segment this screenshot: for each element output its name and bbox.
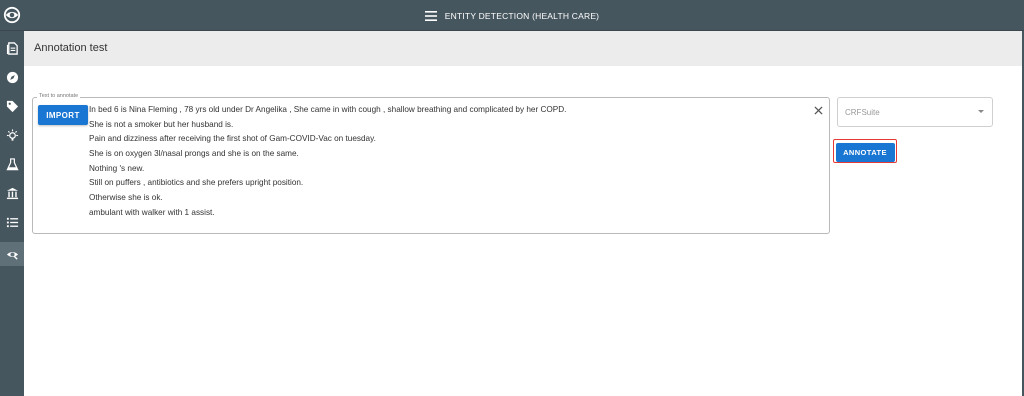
clear-text-button[interactable] xyxy=(811,103,825,117)
text-line: In bed 6 is Nina Fleming , 78 yrs old un… xyxy=(89,105,567,114)
list-icon xyxy=(6,217,18,227)
sidebar-item-explore[interactable] xyxy=(2,67,22,87)
sidebar-item-models[interactable] xyxy=(2,183,22,203)
title-area: ENTITY DETECTION (HEALTH CARE) xyxy=(0,0,1024,31)
sidebar-item-documents[interactable] xyxy=(2,38,22,58)
text-field-label: Text to annotate xyxy=(37,93,81,99)
text-content[interactable]: In bed 6 is Nina Fleming , 78 yrs old un… xyxy=(89,103,799,221)
text-line: Nothing 's new. xyxy=(89,163,145,173)
app-root: ENTITY DETECTION (HEALTH CARE) Annotatio… xyxy=(0,0,1024,396)
chevron-down-icon xyxy=(978,110,984,113)
lightbulb-icon xyxy=(6,128,18,141)
flask-icon xyxy=(5,157,19,170)
text-line: She is not a smoker but her husband is. xyxy=(89,119,234,129)
sidebar-item-list[interactable] xyxy=(2,212,22,232)
text-line: Otherwise she is ok. xyxy=(89,193,163,203)
text-line: ambulant with walker with 1 assist. xyxy=(89,207,215,217)
model-select-value: CRFSuite xyxy=(845,108,880,117)
page-header: Annotation test xyxy=(24,31,1022,66)
annotate-button-highlight: ANNOTATE xyxy=(833,139,897,163)
sidebar-item-tags[interactable] xyxy=(2,96,22,116)
text-line: Pain and dizziness after receiving the f… xyxy=(89,134,376,144)
text-line: She is on oxygen 3l/nasal prongs and she… xyxy=(89,149,299,159)
sidebar-item-lab[interactable] xyxy=(2,154,22,174)
import-button[interactable]: IMPORT xyxy=(38,105,88,125)
model-select[interactable]: CRFSuite xyxy=(837,97,993,127)
sidebar-item-ideas[interactable] xyxy=(2,125,22,145)
annotate-button[interactable]: ANNOTATE xyxy=(835,142,895,162)
hamburger-menu-icon[interactable] xyxy=(424,10,437,21)
compass-icon xyxy=(6,71,18,83)
sidebar xyxy=(0,31,24,396)
document-icon xyxy=(6,41,18,55)
page-title: Annotation test xyxy=(34,42,108,54)
close-icon xyxy=(813,105,823,115)
bank-icon xyxy=(6,187,18,199)
app-title: ENTITY DETECTION (HEALTH CARE) xyxy=(444,10,600,21)
eye-icon xyxy=(6,251,18,260)
top-bar: ENTITY DETECTION (HEALTH CARE) xyxy=(0,0,1024,31)
tag-icon xyxy=(6,100,18,112)
text-to-annotate-field[interactable]: Text to annotate IMPORT In bed 6 is Nina… xyxy=(32,93,830,234)
text-line: Still on puffers , antibiotics and she p… xyxy=(89,178,304,188)
main-content: Annotation test Text to annotate IMPORT … xyxy=(24,31,1022,396)
sidebar-item-entity-detection[interactable] xyxy=(0,242,24,266)
